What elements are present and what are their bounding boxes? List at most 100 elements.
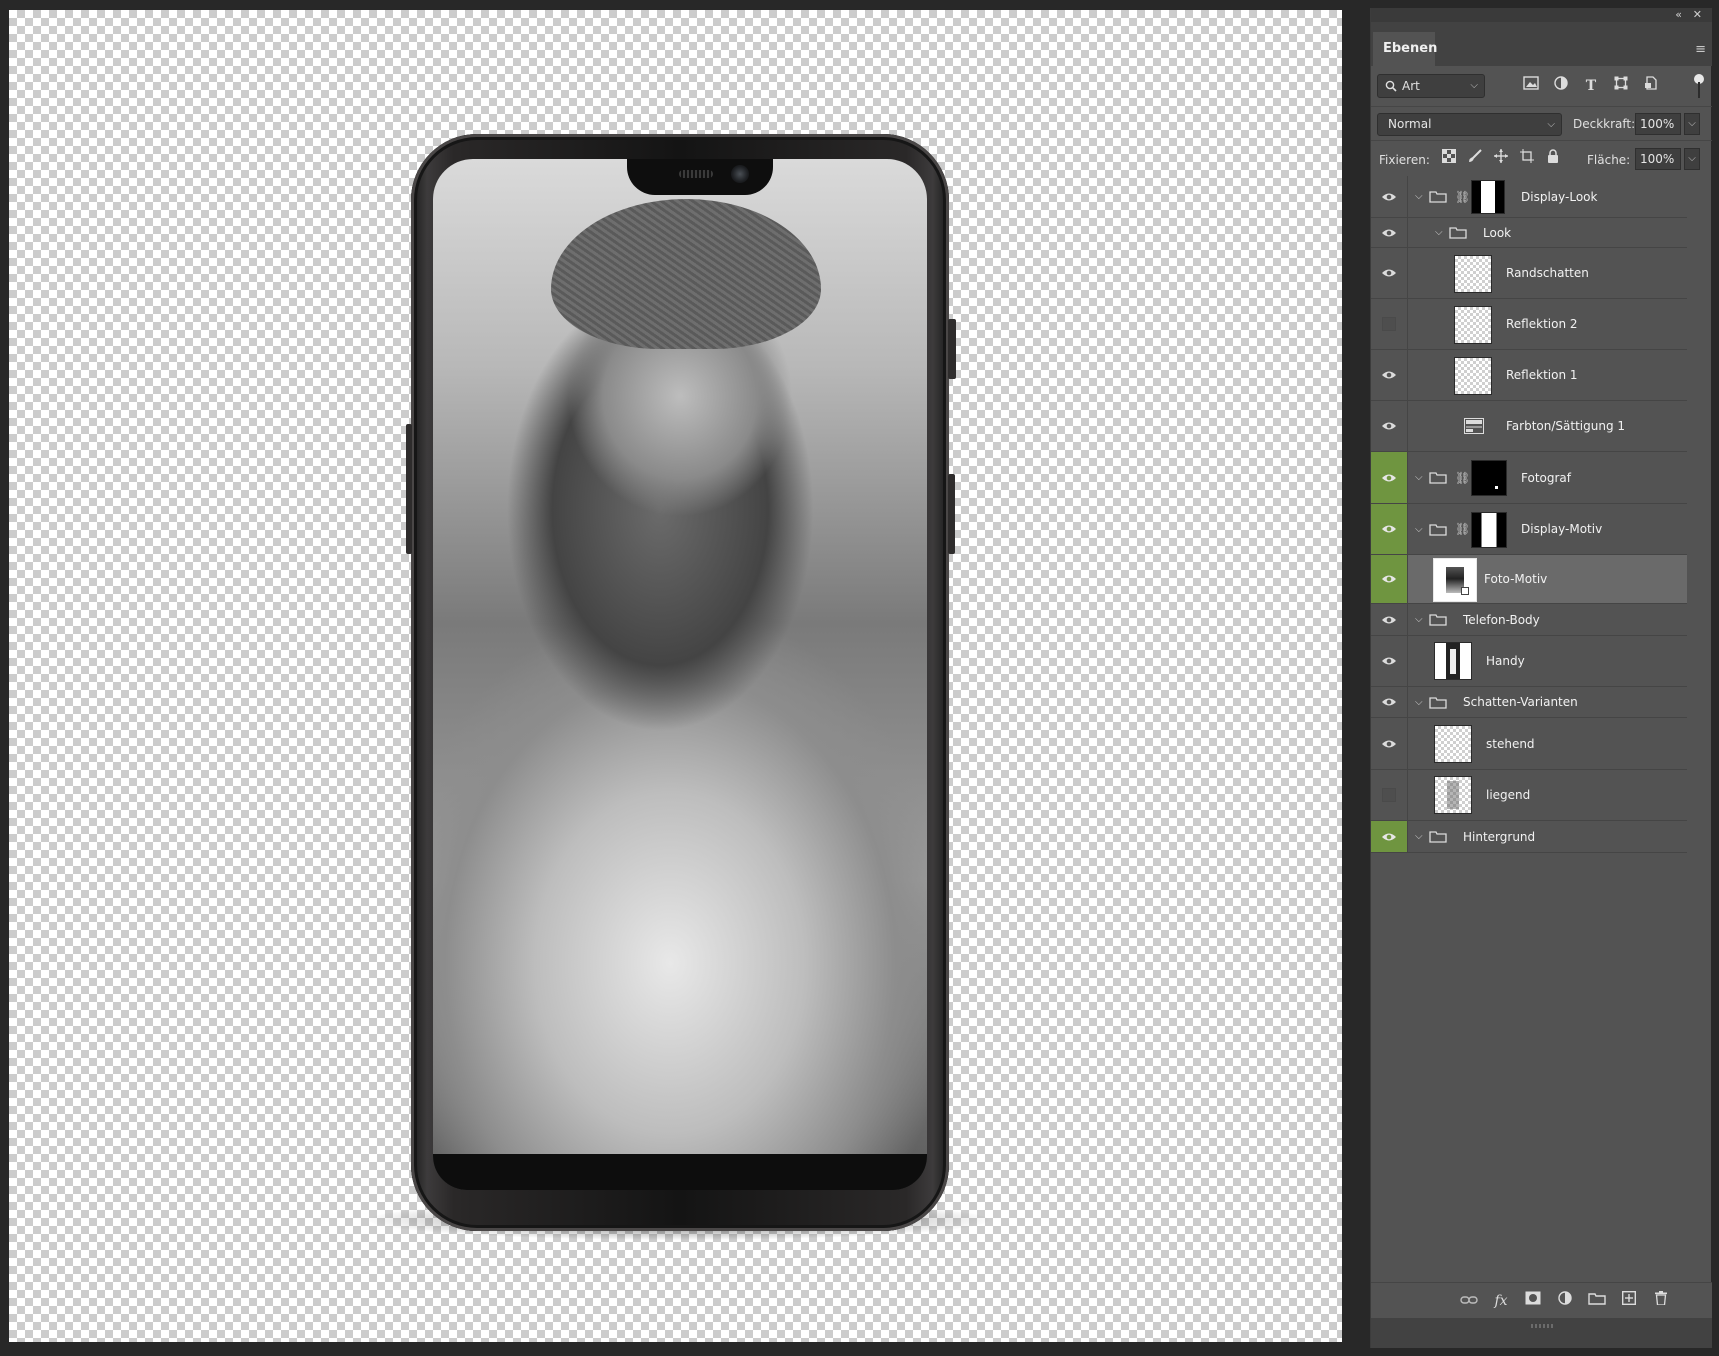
- lock-all-icon[interactable]: [1543, 149, 1563, 169]
- smartphone-mockup: [406, 134, 956, 1231]
- layer-mask-thumbnail[interactable]: [1471, 180, 1505, 214]
- new-adjustment-layer-icon[interactable]: [1555, 1291, 1575, 1311]
- type-filter-icon[interactable]: T: [1581, 76, 1601, 96]
- layer-row[interactable]: liegend: [1371, 770, 1687, 821]
- layer-row[interactable]: Reflektion 1: [1371, 350, 1687, 401]
- layer-row-selected[interactable]: Foto-Motiv: [1371, 555, 1687, 604]
- tab-ebenen[interactable]: Ebenen: [1373, 32, 1437, 66]
- add-mask-icon[interactable]: [1523, 1291, 1543, 1311]
- phone-power-button: [948, 319, 956, 379]
- visibility-toggle[interactable]: [1371, 604, 1408, 635]
- phone-notch: [627, 159, 773, 195]
- collapse-panel-icon[interactable]: «: [1675, 8, 1682, 22]
- layer-row[interactable]: Randschatten: [1371, 248, 1687, 299]
- visibility-toggle[interactable]: [1371, 452, 1408, 503]
- layer-row[interactable]: Reflektion 2: [1371, 299, 1687, 350]
- folder-icon: [1429, 604, 1447, 635]
- layer-row[interactable]: ⌵ ⛓ Display-Look: [1371, 176, 1687, 218]
- layer-name: Foto-Motiv: [1484, 572, 1548, 586]
- trash-icon[interactable]: [1651, 1291, 1671, 1311]
- fill-field[interactable]: 100%: [1635, 148, 1681, 170]
- smart-object-thumbnail[interactable]: [1433, 558, 1477, 602]
- link-icon[interactable]: ⛓: [1455, 452, 1470, 503]
- resize-grip-icon[interactable]: [1531, 1324, 1553, 1328]
- visibility-toggle[interactable]: [1371, 176, 1408, 217]
- blend-mode-select[interactable]: Normal ⌵: [1377, 113, 1562, 136]
- lock-position-move-icon[interactable]: [1491, 149, 1511, 169]
- close-icon[interactable]: ✕: [1693, 8, 1702, 22]
- layer-row[interactable]: ⌵ Telefon-Body: [1371, 604, 1687, 636]
- hue-saturation-adjustment-icon[interactable]: [1464, 401, 1484, 451]
- smart-object-filter-icon[interactable]: [1641, 76, 1661, 96]
- layer-row[interactable]: stehend: [1371, 718, 1687, 770]
- layer-row[interactable]: ⌵ ⛓ Fotograf: [1371, 452, 1687, 504]
- layer-thumbnail[interactable]: [1434, 725, 1472, 763]
- visibility-toggle[interactable]: [1371, 218, 1408, 247]
- adjustment-filter-icon[interactable]: [1551, 76, 1571, 96]
- folder-icon: [1429, 687, 1447, 717]
- visibility-toggle[interactable]: [1371, 555, 1408, 603]
- link-icon[interactable]: ⛓: [1455, 176, 1470, 217]
- visibility-toggle[interactable]: [1371, 718, 1408, 769]
- visibility-toggle[interactable]: [1371, 504, 1408, 554]
- lock-pixels-brush-icon[interactable]: [1465, 149, 1485, 169]
- fill-dropdown-icon[interactable]: ⌵: [1684, 148, 1700, 170]
- layer-row[interactable]: Handy: [1371, 636, 1687, 687]
- layer-thumbnail[interactable]: [1454, 255, 1492, 293]
- layer-row[interactable]: ⌵ ⛓ Display-Motiv: [1371, 504, 1687, 555]
- visibility-toggle[interactable]: [1371, 770, 1408, 820]
- layer-thumbnail[interactable]: [1454, 357, 1492, 395]
- folder-icon: [1449, 218, 1467, 247]
- lock-artboard-icon[interactable]: [1517, 149, 1537, 169]
- link-icon[interactable]: ⛓: [1455, 504, 1470, 554]
- chevron-down-icon[interactable]: ⌵: [1415, 176, 1423, 217]
- chevron-down-icon[interactable]: ⌵: [1415, 452, 1423, 503]
- layer-row[interactable]: Farbton/Sättigung 1: [1371, 401, 1687, 452]
- image-filter-icon[interactable]: [1521, 76, 1541, 96]
- chevron-down-icon[interactable]: ⌵: [1415, 687, 1423, 717]
- filter-kind-select[interactable]: Art ⌵: [1377, 74, 1485, 98]
- layer-row[interactable]: ⌵ Look: [1371, 218, 1687, 248]
- visibility-toggle[interactable]: [1371, 687, 1408, 717]
- visibility-toggle[interactable]: [1371, 821, 1408, 852]
- document-canvas[interactable]: [9, 10, 1342, 1342]
- chevron-down-icon[interactable]: ⌵: [1415, 504, 1423, 554]
- photo-cap: [551, 199, 821, 349]
- layer-mask-thumbnail[interactable]: [1471, 512, 1507, 548]
- search-icon: [1385, 80, 1397, 92]
- visibility-toggle[interactable]: [1371, 401, 1408, 451]
- visibility-toggle[interactable]: [1371, 248, 1408, 298]
- visibility-toggle[interactable]: [1371, 299, 1408, 349]
- new-group-folder-icon[interactable]: [1587, 1291, 1607, 1311]
- visibility-toggle[interactable]: [1371, 350, 1408, 400]
- layer-thumbnail[interactable]: [1434, 776, 1472, 814]
- layer-row[interactable]: ⌵ Schatten-Varianten: [1371, 687, 1687, 718]
- eye-icon: [1382, 193, 1396, 200]
- visibility-toggle[interactable]: [1371, 636, 1408, 686]
- layer-name: stehend: [1486, 736, 1535, 751]
- new-layer-icon[interactable]: [1619, 1290, 1639, 1311]
- chevron-down-icon[interactable]: ⌵: [1415, 604, 1423, 635]
- layers-panel-footer: fx: [1371, 1282, 1712, 1318]
- layer-mask-thumbnail[interactable]: [1471, 460, 1507, 496]
- blend-mode-value: Normal: [1388, 117, 1432, 131]
- folder-icon: [1429, 176, 1447, 217]
- link-layers-icon[interactable]: [1459, 1291, 1479, 1311]
- lock-transparency-icon[interactable]: [1439, 149, 1459, 169]
- opacity-dropdown-icon[interactable]: ⌵: [1684, 113, 1700, 135]
- shape-filter-icon[interactable]: [1611, 76, 1631, 96]
- layer-name: Look: [1483, 225, 1512, 240]
- layer-style-fx-icon[interactable]: fx: [1491, 1291, 1511, 1311]
- filter-toggle-switch[interactable]: [1694, 74, 1704, 98]
- layer-row[interactable]: ⌵ Hintergrund: [1371, 821, 1687, 853]
- layers-list: ⌵ ⛓ Display-Look ⌵ Look Randschatten Ref…: [1371, 176, 1712, 1306]
- layer-thumbnail[interactable]: [1434, 642, 1472, 680]
- eye-icon: [1382, 698, 1396, 706]
- filter-kind-value: Art: [1402, 79, 1420, 93]
- opacity-field[interactable]: 100%: [1635, 113, 1681, 135]
- chevron-down-icon[interactable]: ⌵: [1415, 821, 1423, 852]
- front-camera: [731, 165, 749, 183]
- layer-thumbnail[interactable]: [1454, 306, 1492, 344]
- chevron-down-icon[interactable]: ⌵: [1435, 218, 1443, 247]
- panel-menu-icon[interactable]: ≡: [1695, 42, 1706, 57]
